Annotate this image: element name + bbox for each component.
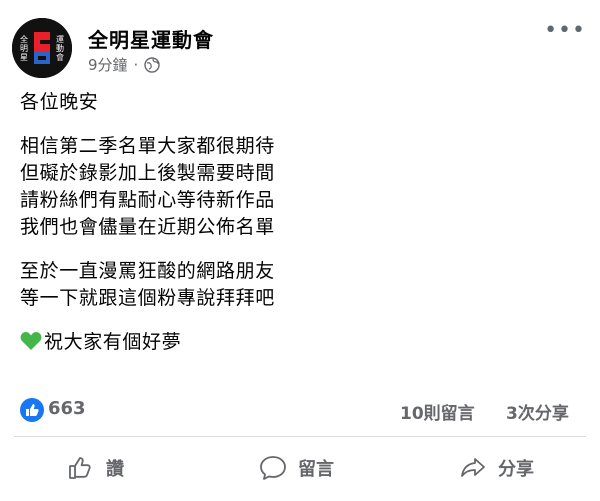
post-line-text: 祝大家有個好夢	[44, 331, 182, 353]
comment-button[interactable]: 留言	[258, 443, 334, 493]
thumbs-up-icon	[26, 404, 39, 416]
svg-text:星: 星	[20, 53, 28, 62]
thumbs-up-outline-icon	[69, 457, 91, 479]
divider	[14, 436, 586, 437]
share-label: 分享	[498, 459, 534, 480]
svg-text:明: 明	[20, 44, 28, 53]
share-arrow-icon	[461, 458, 485, 477]
like-reaction-badge[interactable]	[20, 398, 44, 422]
svg-text:動: 動	[56, 44, 64, 53]
post-meta: 9分鐘 ·	[88, 54, 161, 75]
comments-count[interactable]: 10則留言	[400, 399, 475, 424]
reaction-stats: 663 10則留言 3次分享	[0, 394, 600, 428]
post-line: 等一下就跟這個粉專說拜拜吧	[20, 287, 275, 309]
post-time[interactable]: 9分鐘	[88, 54, 128, 75]
shares-count[interactable]: 3次分享	[506, 399, 569, 424]
like-button[interactable]: 讚	[66, 443, 124, 493]
post-line: 相信第二季名單大家都很期待	[20, 135, 275, 157]
like-count[interactable]: 663	[48, 398, 86, 419]
post-line: 請粉絲們有點耐心等待新作品	[20, 189, 275, 211]
post-line: 至於一直漫罵狂酸的網路朋友	[20, 260, 275, 282]
post-body: 各位晚安 相信第二季名單大家都很期待 但礙於錄影加上後製需要時間 請粉絲們有點耐…	[20, 89, 580, 356]
comment-label: 留言	[298, 459, 334, 480]
post-actions: 讚 留言 分享	[0, 443, 600, 493]
meta-separator: ·	[133, 55, 139, 74]
svg-text:全: 全	[20, 34, 28, 44]
all-star-logo: 全 明 星 運 動 會	[12, 18, 72, 78]
post-line: 但礙於錄影加上後製需要時間	[20, 162, 275, 184]
post-line-last: 祝大家有個好夢	[20, 329, 580, 356]
more-options-button[interactable]: •••	[544, 20, 586, 42]
page-name[interactable]: 全明星運動會	[88, 24, 214, 53]
post-line: 我們也會儘量在近期公佈名單	[20, 216, 275, 238]
svg-text:運: 運	[56, 35, 64, 44]
more-dots-icon: •••	[544, 18, 586, 43]
facebook-post: 全 明 星 運 動 會 全明星運動會 9分鐘 · ••• 各位晚安 相信第二季名…	[0, 0, 600, 501]
page-avatar[interactable]: 全 明 星 運 動 會	[12, 18, 72, 78]
share-button[interactable]: 分享	[458, 443, 534, 493]
globe-icon[interactable]	[144, 56, 161, 73]
post-line: 各位晚安	[20, 91, 99, 113]
like-label: 讚	[106, 459, 124, 480]
svg-text:會: 會	[56, 52, 64, 62]
green-heart-icon	[20, 332, 42, 350]
comment-bubble-icon	[260, 456, 286, 480]
